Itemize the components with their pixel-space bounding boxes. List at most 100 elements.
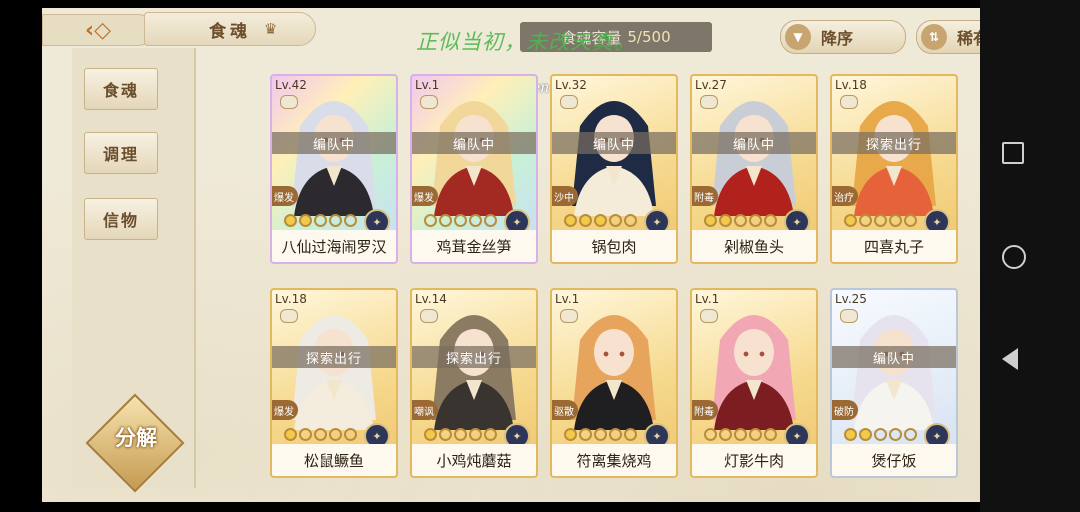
tab-tiaoli[interactable]: 调理: [84, 132, 158, 174]
star-icon: [874, 428, 887, 441]
card-name: 八仙过海闹罗汉: [272, 230, 396, 262]
star-icon: [874, 214, 887, 227]
food-soul-card[interactable]: Lv.27 编队中 附毒 ✦ 剁椒鱼头: [690, 74, 818, 264]
rarity-sort-button[interactable]: ⇅ 稀有度: [916, 20, 980, 54]
food-soul-card[interactable]: Lv.1 编队中 爆发 ✦ 鸡茸金丝笋: [410, 74, 538, 264]
lock-icon[interactable]: [700, 309, 718, 323]
lock-icon[interactable]: [700, 95, 718, 109]
recent-apps-icon[interactable]: [1002, 142, 1024, 164]
tab-xinwu[interactable]: 信物: [84, 198, 158, 240]
star-icon: [749, 214, 762, 227]
food-soul-card[interactable]: Lv.42 编队中 爆发 ✦ 八仙过海闹罗汉: [270, 74, 398, 264]
crown-icon: ♛: [264, 20, 278, 38]
star-icon: [439, 428, 452, 441]
level-label: Lv.27: [695, 78, 727, 92]
card-name: 四喜丸子: [832, 230, 956, 262]
star-icon: [719, 428, 732, 441]
star-icon: [624, 428, 637, 441]
star-icon: [484, 428, 497, 441]
food-soul-card[interactable]: Lv.32 编队中 沙中 ✦ 锅包肉: [550, 74, 678, 264]
level-label: Lv.18: [275, 292, 307, 306]
star-icon: [719, 214, 732, 227]
role-tag: 爆发: [412, 186, 438, 206]
star-icon: [749, 428, 762, 441]
sort-order-button[interactable]: ▼ 降序: [780, 20, 906, 54]
sort-label: 降序: [821, 29, 854, 48]
star-icon: [314, 428, 327, 441]
star-rating: [284, 428, 357, 441]
status-banner: 编队中: [552, 132, 676, 154]
back-button[interactable]: ‹◇: [42, 14, 154, 46]
status-banner: 编队中: [692, 132, 816, 154]
star-icon: [344, 214, 357, 227]
star-icon: [594, 214, 607, 227]
star-rating: [424, 214, 497, 227]
star-icon: [469, 214, 482, 227]
level-label: Lv.32: [555, 78, 587, 92]
role-tag: 驱散: [552, 400, 578, 420]
food-soul-card[interactable]: Lv.1 驱散 ✦ 符离集烧鸡: [550, 288, 678, 478]
role-tag: 破防: [832, 400, 858, 420]
food-soul-card[interactable]: Lv.18 探索出行 爆发 ✦ 松鼠鳜鱼: [270, 288, 398, 478]
lock-icon[interactable]: [560, 309, 578, 323]
card-name: 灯影牛肉: [692, 444, 816, 476]
star-rating: [704, 214, 777, 227]
star-icon: [299, 428, 312, 441]
decompose-label[interactable]: 分解: [106, 422, 166, 452]
star-icon: [564, 428, 577, 441]
star-icon: [624, 214, 637, 227]
status-banner: 探索出行: [412, 346, 536, 368]
status-banner: 探索出行: [832, 132, 956, 154]
status-banner: 探索出行: [272, 346, 396, 368]
card-name: 煲仔饭: [832, 444, 956, 476]
star-icon: [484, 214, 497, 227]
food-soul-card[interactable]: Lv.14 探索出行 嘲讽 ✦ 小鸡炖蘑菇: [410, 288, 538, 478]
star-rating: [564, 428, 637, 441]
chevron-down-icon: ▼: [785, 24, 811, 50]
food-soul-card[interactable]: Lv.1 附毒 ✦ 灯影牛肉: [690, 288, 818, 478]
android-nav-bar: [980, 0, 1080, 512]
star-icon: [844, 428, 857, 441]
sort-arrows-icon: ⇅: [921, 24, 947, 50]
lock-icon[interactable]: [560, 95, 578, 109]
tab-shihun[interactable]: 食魂: [84, 68, 158, 110]
status-banner: 编队中: [412, 132, 536, 154]
star-icon: [594, 428, 607, 441]
card-name: 鸡茸金丝笋: [412, 230, 536, 262]
star-icon: [844, 214, 857, 227]
level-label: Lv.1: [695, 292, 720, 306]
food-soul-card[interactable]: Lv.18 探索出行 治疗 ✦ 四喜丸子: [830, 74, 958, 264]
food-soul-card[interactable]: Lv.25 编队中 破防 ✦ 煲仔饭: [830, 288, 958, 478]
level-label: Lv.1: [555, 292, 580, 306]
back-triangle-icon[interactable]: [1002, 348, 1018, 370]
card-name: 剁椒鱼头: [692, 230, 816, 262]
star-icon: [579, 214, 592, 227]
star-icon: [904, 214, 917, 227]
star-rating: [564, 214, 637, 227]
lock-icon[interactable]: [840, 95, 858, 109]
star-icon: [439, 214, 452, 227]
star-icon: [344, 428, 357, 441]
card-name: 符离集烧鸡: [552, 444, 676, 476]
lock-icon[interactable]: [280, 309, 298, 323]
lock-icon[interactable]: [840, 309, 858, 323]
role-tag: 爆发: [272, 186, 298, 206]
role-tag: 嘲讽: [412, 400, 438, 420]
star-icon: [314, 214, 327, 227]
star-icon: [734, 214, 747, 227]
star-icon: [469, 428, 482, 441]
star-rating: [424, 428, 497, 441]
page-title: 食魂: [209, 21, 251, 42]
star-icon: [734, 428, 747, 441]
star-icon: [889, 214, 902, 227]
star-icon: [424, 428, 437, 441]
status-banner: 编队中: [832, 346, 956, 368]
lock-icon[interactable]: [280, 95, 298, 109]
lock-icon[interactable]: [420, 309, 438, 323]
star-icon: [454, 214, 467, 227]
lock-icon[interactable]: [420, 95, 438, 109]
star-icon: [579, 428, 592, 441]
role-tag: 爆发: [272, 400, 298, 420]
star-icon: [284, 428, 297, 441]
home-icon[interactable]: [1002, 245, 1026, 269]
